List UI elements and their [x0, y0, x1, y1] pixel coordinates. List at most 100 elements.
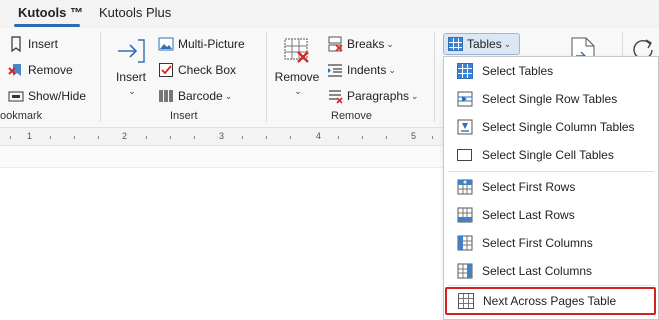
menu-item-select-first-rows[interactable]: Select First Rows — [444, 173, 658, 201]
menu-item-label: Select First Rows — [482, 180, 576, 194]
across-pages-table-icon — [458, 293, 474, 309]
breaks-label: Breaks — [347, 37, 385, 51]
menu-item-select-tables[interactable]: Select Tables — [444, 57, 658, 85]
ruler-tick — [266, 136, 267, 139]
first-column-icon — [457, 235, 473, 251]
ruler-tick — [386, 136, 387, 139]
ruler-tick — [170, 136, 171, 139]
bookmark-icon — [8, 36, 24, 53]
menu-item-next-across-pages-table[interactable]: Next Across Pages Table — [445, 287, 656, 315]
menu-item-select-single-column-tables[interactable]: Select Single Column Tables — [444, 113, 658, 141]
menu-item-select-last-columns[interactable]: Select Last Columns — [444, 257, 658, 285]
chevron-down-icon: ⌄ — [388, 64, 396, 75]
active-tab-indicator — [14, 24, 80, 27]
checkbox-icon — [158, 62, 174, 78]
ruler-tick — [242, 136, 243, 139]
menu-item-label: Select First Columns — [482, 236, 593, 250]
check-box-label: Check Box — [178, 63, 237, 77]
ruler-tick — [50, 136, 51, 139]
ruler-tick — [432, 136, 433, 139]
group-divider — [434, 32, 435, 122]
bookmark-insert-button[interactable]: Insert — [8, 36, 59, 53]
bookmark-show-hide-button[interactable]: Show/Hide — [8, 88, 86, 104]
menu-item-label: Select Single Cell Tables — [482, 148, 614, 162]
ruler-number: 3 — [219, 131, 225, 141]
group-divider — [100, 32, 101, 122]
menu-item-label: Next Across Pages Table — [483, 294, 617, 308]
tables-dropdown-menu: Select Tables Select Single Row Tables S… — [443, 56, 659, 320]
bookmark-remove-label: Remove — [28, 63, 73, 77]
bookmark-insert-label: Insert — [28, 37, 59, 51]
tab-kutools-plus[interactable]: Kutools Plus — [99, 5, 171, 20]
menu-separator — [448, 285, 654, 286]
paragraphs-button[interactable]: Paragraphs ⌄ — [327, 88, 419, 104]
remove-big-label: Remove — [274, 70, 320, 84]
group-divider — [266, 32, 267, 122]
last-column-icon — [457, 263, 473, 279]
chevron-down-icon: ⌄ — [411, 90, 419, 101]
chevron-down-icon: ⌄ — [386, 38, 394, 49]
breaks-icon — [327, 36, 343, 52]
remove-table-icon — [282, 36, 312, 66]
tables-button[interactable]: Tables ⌄ — [443, 33, 520, 55]
remove-group-label: Remove — [331, 110, 372, 122]
picture-icon — [158, 36, 174, 52]
barcode-label: Barcode — [178, 89, 223, 103]
ruler-tick — [338, 136, 339, 139]
table-icon — [448, 37, 463, 51]
menu-item-select-last-rows[interactable]: Select Last Rows — [444, 201, 658, 229]
menu-item-label: Select Last Columns — [482, 264, 593, 278]
menu-item-label: Select Single Column Tables — [482, 120, 635, 134]
ruler-tick — [146, 136, 147, 139]
remove-bookmark-icon — [8, 62, 24, 78]
single-row-table-icon — [457, 91, 473, 107]
ruler-tick — [74, 136, 75, 139]
tab-kutools[interactable]: Kutools ™ — [18, 5, 83, 20]
ruler-tick — [290, 136, 291, 139]
ruler-number: 1 — [27, 131, 33, 141]
show-hide-icon — [8, 88, 24, 104]
chevron-down-icon: ⌄ — [294, 86, 302, 96]
table-select-icon — [457, 63, 473, 79]
ruler-tick — [10, 136, 11, 139]
breaks-button[interactable]: Breaks ⌄ — [327, 36, 394, 52]
chevron-down-icon: ⌄ — [503, 38, 512, 49]
ruler-number: 4 — [316, 131, 322, 141]
multi-picture-label: Multi-Picture — [178, 37, 245, 51]
chevron-down-icon: ⌄ — [128, 86, 136, 96]
ruler-number: 5 — [411, 131, 417, 141]
ribbon-tab-bar: Kutools ™ Kutools Plus — [0, 0, 659, 28]
remove-big-button[interactable]: Remove ⌄ — [274, 36, 320, 97]
check-box-button[interactable]: Check Box — [158, 62, 236, 78]
bookmark-show-hide-label: Show/Hide — [28, 89, 87, 103]
paragraph-icon — [327, 88, 343, 104]
ruler-tick — [362, 136, 363, 139]
menu-item-label: Select Last Rows — [482, 208, 575, 222]
barcode-icon — [158, 88, 174, 104]
insert-big-label: Insert — [115, 70, 146, 84]
menu-item-select-single-row-tables[interactable]: Select Single Row Tables — [444, 85, 658, 113]
indents-label: Indents — [347, 63, 387, 77]
multi-picture-button[interactable]: Multi-Picture — [158, 36, 245, 52]
ruler-number: 2 — [122, 131, 128, 141]
menu-separator — [448, 171, 654, 172]
menu-item-label: Select Single Row Tables — [482, 92, 618, 106]
menu-item-label: Select Tables — [482, 64, 554, 78]
menu-item-select-single-cell-tables[interactable]: Select Single Cell Tables — [444, 141, 658, 169]
insert-group-label: Insert — [170, 110, 198, 122]
first-row-icon — [457, 179, 473, 195]
tables-button-label: Tables — [467, 37, 502, 51]
single-cell-table-icon — [457, 147, 473, 163]
indents-button[interactable]: Indents ⌄ — [327, 62, 396, 78]
barcode-button[interactable]: Barcode ⌄ — [158, 88, 232, 104]
ruler-tick — [98, 136, 99, 139]
paragraphs-label: Paragraphs — [347, 89, 410, 103]
chevron-down-icon: ⌄ — [224, 90, 233, 101]
insert-big-button[interactable]: Insert ⌄ — [110, 36, 152, 97]
insert-arrow-icon — [116, 36, 146, 66]
indent-icon — [327, 62, 343, 78]
ruler-tick — [194, 136, 195, 139]
bookmark-group-label: ookmark — [0, 110, 43, 122]
menu-item-select-first-columns[interactable]: Select First Columns — [444, 229, 658, 257]
bookmark-remove-button[interactable]: Remove — [8, 62, 73, 78]
